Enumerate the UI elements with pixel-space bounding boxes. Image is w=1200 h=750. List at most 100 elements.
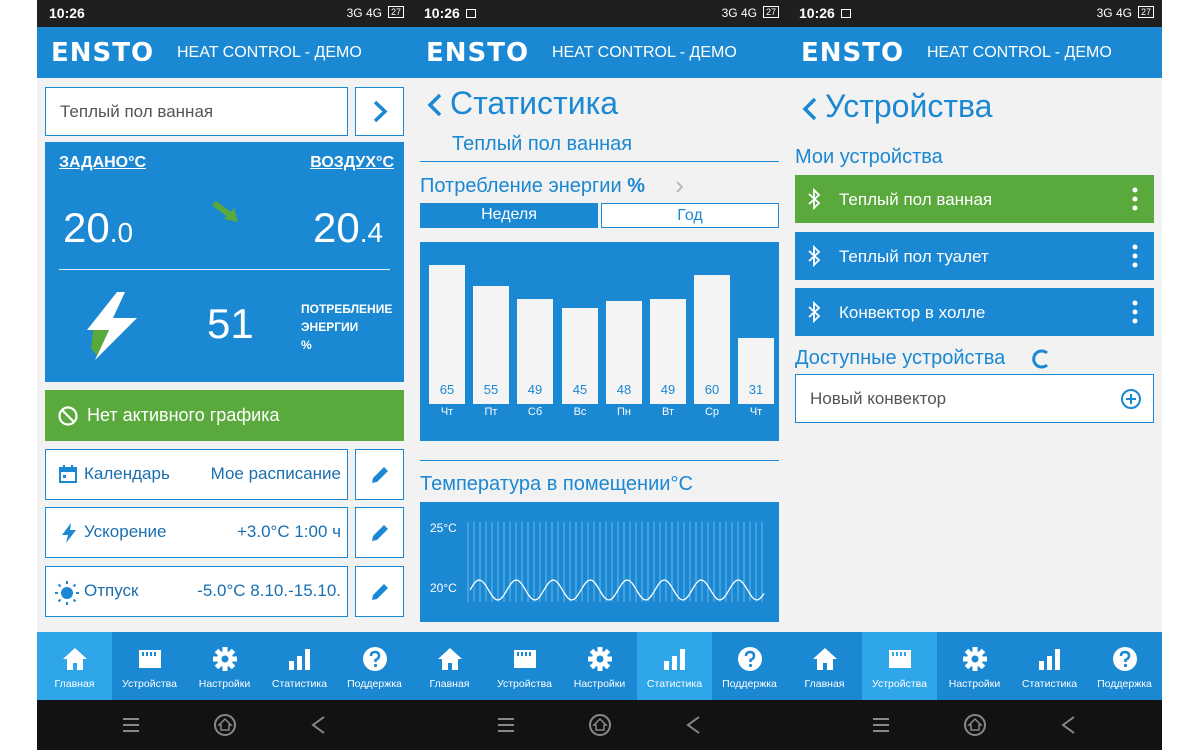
edit-vacation-button[interactable] bbox=[355, 566, 404, 617]
device-item[interactable]: Конвектор в холле bbox=[795, 288, 1154, 336]
bolt-icon bbox=[62, 523, 76, 543]
edit-calendar-button[interactable] bbox=[355, 449, 404, 500]
nav-support-label: Поддержка bbox=[347, 678, 402, 690]
next-device-button[interactable] bbox=[355, 87, 404, 136]
page-title: Устройства bbox=[825, 88, 993, 124]
energy-title-text: Потребление энергии bbox=[420, 175, 622, 197]
bar-day-label: Чт bbox=[749, 406, 763, 418]
menu-icon[interactable] bbox=[494, 713, 518, 737]
calendar-icon bbox=[59, 465, 77, 483]
nav-statistics-label: Статистика bbox=[1021, 678, 1078, 690]
app-title: HEAT CONTROL - ДЕМО bbox=[177, 44, 362, 61]
tab-year[interactable]: Год bbox=[601, 203, 779, 228]
menu-icon[interactable] bbox=[119, 713, 143, 737]
temperature-title: Температура в помещении°C bbox=[420, 473, 693, 495]
back-icon[interactable] bbox=[682, 713, 706, 737]
nav-statistics[interactable]: Статистика bbox=[262, 632, 337, 700]
available-device-name: Новый конвектор bbox=[810, 389, 947, 408]
edit-boost-button[interactable] bbox=[355, 507, 404, 558]
help-icon bbox=[1113, 647, 1137, 671]
energy-value: 51 bbox=[207, 300, 254, 347]
more-options-icon[interactable] bbox=[1132, 244, 1138, 268]
back-chevron-icon[interactable] bbox=[801, 96, 819, 122]
home-icon bbox=[438, 648, 462, 670]
device-icon bbox=[889, 650, 911, 668]
back-icon[interactable] bbox=[307, 713, 331, 737]
status-bar: 10:26 3G 4G 27 bbox=[37, 0, 412, 27]
nav-home-label: Главная bbox=[804, 678, 845, 690]
boost-label: Ускорение bbox=[84, 522, 167, 541]
calendar-label: Календарь bbox=[84, 464, 170, 483]
nav-home-label: Главная bbox=[54, 678, 95, 690]
nav-settings-label: Настройки bbox=[948, 678, 1001, 690]
energy-bar-chart: 65 Чт 55 Пт 49 Сб 45 Вс 48 Пн 49 Вт 60 Ср 31 Чт bbox=[420, 242, 779, 441]
bar-chart-icon bbox=[289, 649, 310, 670]
tab-week[interactable]: Неделя bbox=[420, 203, 598, 228]
nav-devices[interactable]: Устройства bbox=[112, 632, 187, 700]
signal-text: 3G 4G bbox=[346, 6, 382, 20]
my-devices-title: Мои устройства bbox=[795, 146, 943, 168]
bar-value-label: 65 bbox=[439, 382, 455, 397]
back-icon[interactable] bbox=[1057, 713, 1081, 737]
device-item[interactable]: Теплый пол туалет bbox=[795, 232, 1154, 280]
signal-text: 3G 4G bbox=[721, 6, 757, 20]
nav-statistics-label: Статистика bbox=[271, 678, 328, 690]
nav-devices-label: Устройства bbox=[497, 678, 552, 690]
boost-row[interactable]: Ускорение +3.0°C 1:00 ч bbox=[45, 507, 348, 558]
nav-settings[interactable]: Настройки bbox=[937, 632, 1012, 700]
nav-devices[interactable]: Устройства bbox=[862, 632, 937, 700]
nav-statistics[interactable]: Статистика bbox=[637, 632, 712, 700]
system-nav-bar bbox=[412, 700, 787, 750]
air-temp-dec: .4 bbox=[359, 217, 384, 248]
pencil-icon bbox=[372, 467, 388, 483]
statistics-screen: 10:26 3G 4G 27 ENSTO HEAT CONTROL - ДЕМО … bbox=[412, 0, 787, 750]
bar-value-label: 45 bbox=[572, 382, 588, 397]
nav-statistics-label: Статистика bbox=[646, 678, 703, 690]
nav-support[interactable]: Поддержка bbox=[337, 632, 412, 700]
calendar-row[interactable]: Календарь Мое расписание bbox=[45, 449, 348, 500]
help-icon bbox=[738, 647, 762, 671]
schedule-status-bar[interactable]: Нет активного графика bbox=[45, 390, 404, 441]
no-entry-icon bbox=[58, 406, 78, 426]
more-options-icon[interactable] bbox=[1132, 187, 1138, 211]
home-outline-icon[interactable] bbox=[588, 713, 612, 737]
energy-bolt-icon bbox=[87, 292, 137, 360]
bar-day-label: Пт bbox=[484, 406, 498, 418]
nav-home[interactable]: Главная bbox=[412, 632, 487, 700]
chevron-right-icon[interactable] bbox=[675, 180, 685, 194]
more-options-icon[interactable] bbox=[1132, 300, 1138, 324]
battery-icon: 27 bbox=[387, 6, 404, 18]
vacation-row[interactable]: Отпуск -5.0°C 8.10.-15.10. bbox=[45, 566, 348, 617]
nav-support[interactable]: Поддержка bbox=[1087, 632, 1162, 700]
nav-home[interactable]: Главная bbox=[787, 632, 862, 700]
set-temp-value[interactable]: 20.0 bbox=[63, 204, 133, 252]
device-item[interactable]: Теплый пол ванная bbox=[795, 175, 1154, 223]
refresh-icon[interactable] bbox=[1031, 348, 1051, 370]
status-bar: 10:26 3G 4G 27 bbox=[412, 0, 787, 27]
nav-devices[interactable]: Устройства bbox=[487, 632, 562, 700]
available-device-item[interactable]: Новый конвектор bbox=[795, 374, 1154, 423]
nav-settings[interactable]: Настройки bbox=[562, 632, 637, 700]
nav-home[interactable]: Главная bbox=[37, 632, 112, 700]
nav-statistics[interactable]: Статистика bbox=[1012, 632, 1087, 700]
back-chevron-icon[interactable] bbox=[426, 92, 444, 118]
set-temp-label: ЗАДАНО°C bbox=[59, 154, 147, 171]
device-selector[interactable]: Теплый пол ванная bbox=[45, 87, 348, 136]
vacation-label: Отпуск bbox=[84, 581, 139, 600]
nav-home-label: Главная bbox=[429, 678, 470, 690]
nav-settings-label: Настройки bbox=[573, 678, 626, 690]
device-icon bbox=[139, 650, 161, 668]
energy-title-unit: % bbox=[627, 175, 645, 197]
menu-icon[interactable] bbox=[869, 713, 893, 737]
home-outline-icon[interactable] bbox=[213, 713, 237, 737]
pencil-icon bbox=[372, 525, 388, 541]
add-circle-icon[interactable] bbox=[1120, 388, 1142, 410]
gear-icon bbox=[963, 647, 987, 671]
signal-text: 3G 4G bbox=[1096, 6, 1132, 20]
app-header: ENSTO HEAT CONTROL - ДЕМО bbox=[37, 27, 412, 78]
nav-support[interactable]: Поддержка bbox=[712, 632, 787, 700]
nav-settings[interactable]: Настройки bbox=[187, 632, 262, 700]
device-name: Теплый пол туалет bbox=[839, 247, 989, 266]
home-outline-icon[interactable] bbox=[963, 713, 987, 737]
app-title: HEAT CONTROL - ДЕМО bbox=[927, 44, 1112, 61]
